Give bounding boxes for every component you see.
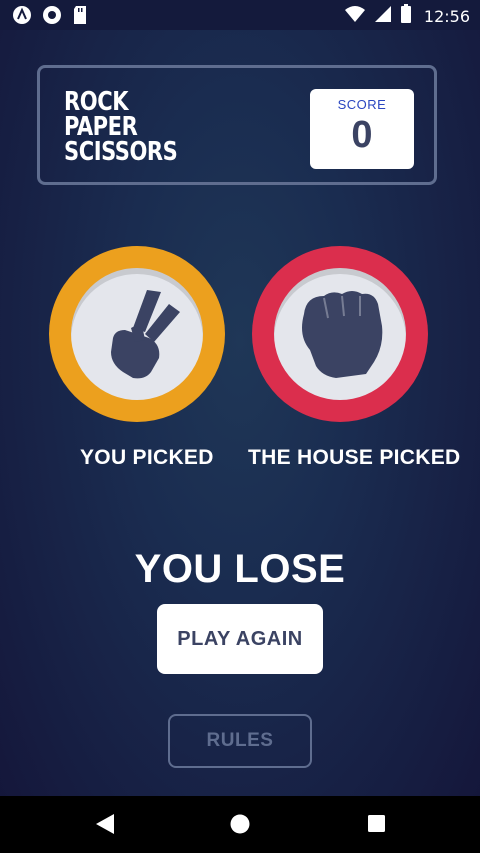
house-pick-token — [252, 246, 428, 422]
game-title: ROCK PAPER SCISSORS — [64, 89, 178, 167]
game-title-line: SCISSORS — [64, 137, 178, 167]
sd-card-icon — [72, 5, 88, 29]
scissors-icon — [111, 290, 180, 379]
status-bar-left — [12, 5, 88, 29]
status-bar: 12:56 — [0, 0, 480, 30]
wifi-icon — [344, 5, 366, 27]
score-value: 0 — [351, 114, 373, 156]
circle-notification-icon — [42, 5, 62, 29]
recents-icon[interactable] — [366, 812, 388, 840]
back-icon[interactable] — [94, 812, 116, 840]
house-pick-label: THE HOUSE PICKED — [248, 446, 461, 469]
score-box: SCORE 0 — [310, 89, 414, 169]
play-again-button[interactable]: PLAY AGAIN — [157, 604, 323, 674]
home-icon[interactable] — [229, 812, 251, 840]
player-pick-token — [49, 246, 225, 422]
result-text: YOU LOSE — [134, 547, 346, 591]
status-bar-time: 12:56 — [423, 6, 470, 26]
signal-icon — [374, 5, 392, 27]
status-bar-right: 12:56 — [344, 4, 470, 28]
rules-button[interactable]: RULES — [168, 714, 312, 768]
header-panel: ROCK PAPER SCISSORS SCORE 0 — [37, 65, 437, 185]
navigation-bar — [0, 796, 480, 853]
player-pick-label: YOU PICKED — [80, 446, 214, 469]
battery-icon — [400, 4, 412, 28]
score-label: SCORE — [337, 97, 387, 112]
rock-icon — [302, 291, 383, 378]
android-auto-icon — [12, 5, 32, 29]
